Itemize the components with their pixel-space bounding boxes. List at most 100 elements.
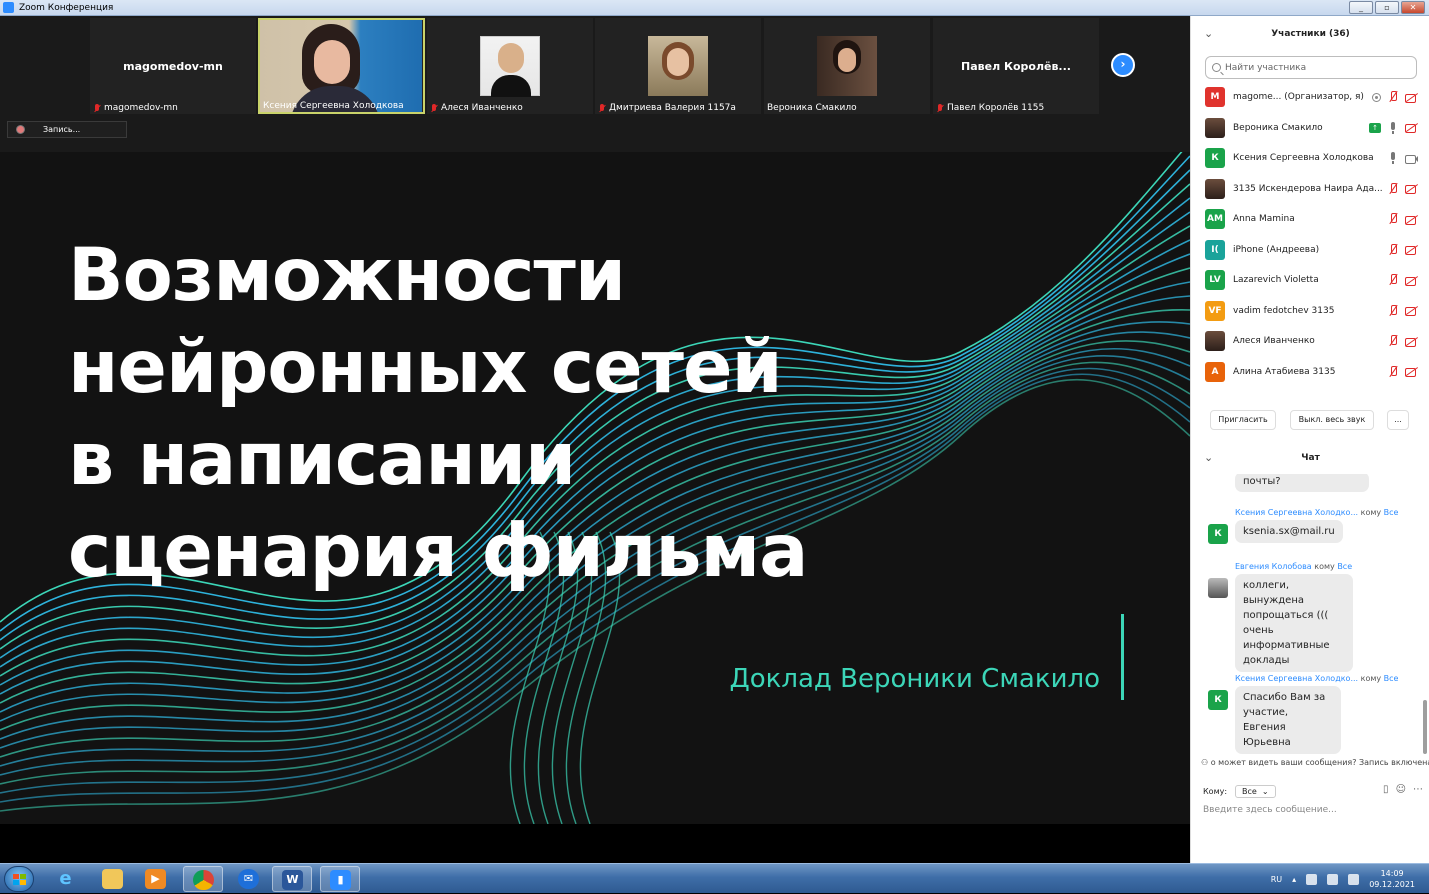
taskbar-chrome[interactable] <box>183 866 223 892</box>
windows-taskbar: e ▶ ✉ W ▮ RU ▴ 14:09 09.12.2021 <box>0 863 1429 893</box>
recording-indicator[interactable]: Запись... <box>7 121 127 138</box>
mic-muted-icon[interactable] <box>1387 243 1399 256</box>
clock[interactable]: 14:09 09.12.2021 <box>1369 868 1415 890</box>
participant-row[interactable]: I(iPhone (Андреева) <box>1191 235 1429 265</box>
tile-label: Вероника Смакило <box>767 103 857 113</box>
chat-visibility-notice[interactable]: ⚇ о может видеть ваши сообщения? Запись … <box>1201 758 1429 767</box>
slide-title-line: сценария фильма <box>68 509 808 594</box>
participant-name: Вероника Смакило <box>1233 122 1323 133</box>
avatar <box>1205 117 1225 138</box>
invite-button[interactable]: Пригласить <box>1210 410 1276 430</box>
to-prefix: кому <box>1360 508 1382 517</box>
video-tile[interactable]: Вероника Смакило <box>764 18 930 114</box>
participant-row[interactable]: VF vadim fedotchev 3135 <box>1191 296 1429 326</box>
mic-muted-icon[interactable] <box>1387 91 1399 103</box>
to-label: Кому: <box>1203 786 1228 796</box>
chat-scrollbar[interactable] <box>1423 700 1427 754</box>
taskbar-thunderbird[interactable]: ✉ <box>229 866 269 892</box>
mic-muted-icon[interactable] <box>1387 182 1399 195</box>
participant-row[interactable]: 3135 Искендерова Наира Ада... <box>1191 174 1429 204</box>
camera-off-icon[interactable] <box>1405 366 1418 377</box>
camera-off-icon[interactable] <box>1405 122 1418 133</box>
chat-recipient-row: Кому: Все ⌄ ▯ ☺ ⋯ <box>1203 782 1423 800</box>
restore-button[interactable]: ▫ <box>1375 1 1399 14</box>
record-icon <box>16 125 25 134</box>
camera-off-icon[interactable] <box>1405 92 1418 103</box>
avatar: M <box>1205 87 1225 107</box>
camera-off-icon[interactable] <box>1405 336 1418 347</box>
camera-icon[interactable] <box>1405 153 1418 164</box>
participant-name: vadim fedotchev 3135 <box>1233 305 1335 316</box>
camera-off-icon[interactable] <box>1405 244 1418 255</box>
recipient: Все <box>1383 674 1399 683</box>
video-tile[interactable]: Алеся Иванченко <box>427 18 593 114</box>
more-icon[interactable]: ⋯ <box>1413 784 1423 795</box>
video-strip: magomedov-mn magomedov-mn Ксения Сергеев… <box>0 16 1190 152</box>
tray-expand-icon[interactable]: ▴ <box>1292 875 1296 884</box>
participant-photo <box>480 36 540 97</box>
mic-muted-icon[interactable] <box>1387 213 1399 225</box>
more-button[interactable]: ... <box>1387 410 1409 430</box>
emoji-icon[interactable]: ☺ <box>1396 784 1406 795</box>
chat-message-input[interactable]: Введите здесь сообщение... <box>1203 805 1337 815</box>
close-button[interactable]: ✕ <box>1401 1 1425 14</box>
network-icon[interactable] <box>1306 873 1318 885</box>
sender-name[interactable]: Ксения Сергеевна Холодко... <box>1235 674 1358 683</box>
camera-off-icon[interactable] <box>1405 214 1418 225</box>
participant-search-input[interactable]: Найти участника <box>1205 56 1417 79</box>
slide-title-line: в написании <box>68 417 576 502</box>
participant-row[interactable]: Алеся Иванченко <box>1191 326 1429 356</box>
taskbar-zoom[interactable]: ▮ <box>320 866 360 892</box>
minimize-button[interactable]: _ <box>1349 1 1373 14</box>
mic-muted-icon <box>430 103 438 113</box>
taskbar-ie[interactable]: e <box>46 866 86 892</box>
shared-screen-slide: Возможности нейронных сетей в написании … <box>0 152 1190 824</box>
participant-row[interactable]: AM Anna Mamina <box>1191 204 1429 234</box>
taskbar-explorer[interactable] <box>93 866 133 892</box>
mute-all-button[interactable]: Выкл. весь звук <box>1290 410 1374 430</box>
participant-row[interactable]: Mmagome... (Организатор, я) <box>1191 82 1429 112</box>
participant-row[interactable]: LV Lazarevich Violetta <box>1191 265 1429 295</box>
volume-icon[interactable] <box>1327 873 1339 885</box>
mic-muted-icon[interactable] <box>1387 304 1399 317</box>
recording-icon <box>1372 92 1381 102</box>
mic-icon[interactable] <box>1387 152 1399 164</box>
mic-muted-icon[interactable] <box>1387 365 1399 378</box>
mic-muted-icon[interactable] <box>1387 274 1399 286</box>
video-tile[interactable]: Дмитриева Валерия 1157а <box>595 18 761 114</box>
participant-row[interactable]: К Ксения Сергеевна Холодкова <box>1191 143 1429 173</box>
search-icon <box>1212 63 1221 72</box>
recipient-select[interactable]: Все ⌄ <box>1235 784 1276 798</box>
recipient: Все <box>1337 562 1353 571</box>
mic-icon[interactable] <box>1387 121 1399 134</box>
camera-off-icon[interactable] <box>1405 305 1418 316</box>
taskbar-media-player[interactable]: ▶ <box>136 866 176 892</box>
sender-name[interactable]: Ксения Сергеевна Холодко... <box>1235 508 1358 517</box>
word-icon: W <box>282 870 303 890</box>
avatar: К <box>1208 524 1228 544</box>
participant-row[interactable]: Вероника Смакило ↑ <box>1191 113 1429 143</box>
video-tile[interactable]: Павел Королёв... Павел Королёв 1155 <box>933 18 1099 114</box>
window-title: Zoom Конференция <box>19 2 114 13</box>
flag-icon[interactable] <box>1348 873 1360 885</box>
chevron-right-icon[interactable]: › <box>1111 53 1135 77</box>
windows-logo-icon <box>13 874 27 886</box>
participant-list: Mmagome... (Организатор, я) Вероника Смак… <box>1191 82 1429 400</box>
video-tile[interactable]: magomedov-mn magomedov-mn <box>90 18 256 114</box>
clock-time: 14:09 <box>1380 869 1404 878</box>
participant-row[interactable]: А Алина Атабиева 3135 <box>1191 357 1429 387</box>
file-icon[interactable]: ▯ <box>1383 784 1389 795</box>
avatar: LV <box>1205 270 1225 290</box>
avatar: AM <box>1205 209 1225 229</box>
person-icon: ⚇ <box>1201 758 1211 767</box>
start-button[interactable] <box>4 866 34 892</box>
taskbar-word[interactable]: W <box>272 866 312 892</box>
mic-muted-icon[interactable] <box>1387 335 1399 347</box>
video-tile-active-speaker[interactable]: Ксения Сергеевна Холодкова <box>258 18 425 114</box>
avatar <box>1205 178 1225 199</box>
chat-messages: почты? Ксения Сергеевна Холодко... кому … <box>1191 474 1429 756</box>
language-indicator[interactable]: RU <box>1271 875 1282 884</box>
camera-off-icon[interactable] <box>1405 183 1418 194</box>
sender-name[interactable]: Евгения Колобова <box>1235 562 1312 571</box>
camera-off-icon[interactable] <box>1405 275 1418 286</box>
